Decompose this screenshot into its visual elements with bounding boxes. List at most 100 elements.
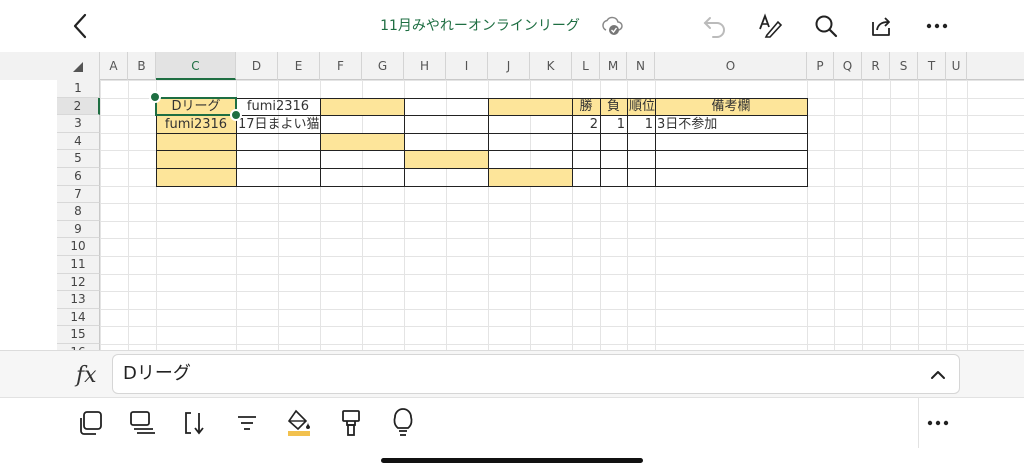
cell-border (627, 168, 656, 187)
gridline-h (100, 256, 1024, 257)
cell-border (236, 168, 321, 187)
pen-ink-icon[interactable] (754, 10, 786, 42)
gridline-h (100, 344, 1024, 345)
cell-border (156, 150, 237, 169)
column-header-q[interactable]: Q (834, 52, 862, 80)
cell-border (236, 132, 321, 152)
gridline-h (100, 291, 1024, 293)
column-header-m[interactable]: M (600, 52, 627, 80)
fill-color-icon[interactable] (284, 408, 314, 438)
bottom-more-container (918, 398, 1024, 448)
column-header-r[interactable]: R (862, 52, 890, 80)
home-indicator (381, 458, 643, 463)
cell-border (320, 150, 405, 169)
column-header-b[interactable]: B (128, 52, 156, 80)
cell-border (404, 168, 489, 187)
share-icon[interactable] (866, 10, 898, 42)
undo-icon[interactable] (699, 10, 731, 42)
cell-border (488, 132, 573, 152)
cell-border (627, 132, 656, 152)
cell-border (404, 132, 489, 152)
cloud-sync-icon[interactable] (600, 15, 624, 41)
back-icon[interactable] (64, 10, 96, 42)
cell-d3[interactable]: 17日まよい猫 (238, 116, 320, 133)
cell-d2[interactable]: fumi2316 (238, 98, 318, 115)
cell-border (488, 150, 573, 169)
column-header-o[interactable]: O (655, 52, 807, 80)
cell-border (320, 97, 405, 117)
column-header-j[interactable]: J (488, 52, 530, 80)
cell-n3[interactable]: 1 (629, 116, 653, 133)
column-header-n[interactable]: N (627, 52, 655, 80)
column-header-g[interactable]: G (362, 52, 404, 80)
column-header-u[interactable]: U (946, 52, 967, 80)
more-icon[interactable] (923, 408, 953, 438)
cell-border (572, 132, 601, 152)
lightbulb-icon[interactable] (388, 408, 418, 438)
cell-l3[interactable]: 2 (574, 116, 598, 133)
column-header-e[interactable]: E (278, 52, 320, 80)
cell-border (236, 150, 321, 169)
column-header-k[interactable]: K (530, 52, 572, 80)
format-painter-icon[interactable] (336, 408, 366, 438)
column-header-c[interactable]: C (156, 52, 236, 80)
column-header-a[interactable]: A (100, 52, 128, 80)
cell-area[interactable]: Dリーグ fumi2316 勝負順位 備考欄 fumi2316 17日まよい猫 2 1 1 3日不… (0, 80, 1024, 350)
cell-m2[interactable]: 負 (602, 98, 625, 115)
gridline-h (100, 308, 1024, 310)
cell-border (655, 168, 808, 187)
excel-app: 11月みやれーオンラインリーグ ABCDEFGHIJKLMNOPQRSTU 12… (0, 0, 1024, 474)
gridline-h (100, 273, 1024, 275)
paste-icon[interactable] (128, 408, 158, 438)
cell-m3[interactable]: 1 (602, 116, 625, 133)
cell-border (156, 132, 237, 152)
more-icon[interactable] (921, 10, 953, 42)
selection-handle-top-left[interactable] (149, 90, 161, 103)
cell-n2[interactable]: 順位 (629, 98, 655, 115)
gridline-h (100, 238, 1024, 240)
cell-o3[interactable]: 3日不参加 (657, 116, 805, 133)
bottom-toolbar (0, 397, 1024, 474)
cell-c3[interactable]: fumi2316 (158, 116, 234, 133)
column-header-i[interactable]: I (446, 52, 488, 80)
cell-border (320, 132, 405, 152)
gridline-h (100, 80, 1024, 81)
chevron-up-icon[interactable] (928, 365, 948, 385)
cell-o2[interactable]: 備考欄 (657, 98, 805, 115)
column-header-d[interactable]: D (236, 52, 278, 80)
gridline-h (100, 326, 1024, 328)
column-header-s[interactable]: S (890, 52, 918, 80)
cell-border (320, 168, 405, 187)
cell-border (488, 168, 573, 187)
sort-icon[interactable] (180, 408, 210, 438)
gridline-h (100, 220, 1024, 222)
filter-icon[interactable] (232, 408, 262, 438)
cell-border (655, 132, 808, 152)
column-header-row: ABCDEFGHIJKLMNOPQRSTU (0, 52, 1024, 80)
cell-border (404, 115, 489, 134)
spreadsheet-grid[interactable]: ABCDEFGHIJKLMNOPQRSTU 1 2 3 4 5 6 7 8 9 10 11 12 13 1… (0, 52, 1024, 350)
cell-border (488, 115, 573, 134)
column-header-l[interactable]: L (572, 52, 600, 80)
cell-border (488, 97, 573, 117)
formula-bar: fx Dリーグ (0, 350, 1024, 397)
document-title[interactable]: 11月みやれーオンラインリーグ (350, 15, 610, 35)
cell-l2[interactable]: 勝 (574, 98, 598, 115)
formula-input[interactable]: Dリーグ (112, 354, 960, 394)
cell-border (600, 150, 628, 169)
select-all-corner[interactable] (0, 52, 100, 80)
search-icon[interactable] (810, 10, 842, 42)
column-header-f[interactable]: F (320, 52, 362, 80)
column-header-p[interactable]: P (807, 52, 834, 80)
gridline-h (100, 203, 1024, 205)
column-header-h[interactable]: H (404, 52, 446, 80)
cell-border (600, 132, 628, 152)
cell-border (627, 150, 656, 169)
top-toolbar: 11月みやれーオンラインリーグ (0, 0, 1024, 52)
column-header-t[interactable]: T (918, 52, 946, 80)
cell-border (600, 168, 628, 187)
selection-box (155, 96, 237, 117)
cell-border (404, 150, 489, 169)
copy-icon[interactable] (76, 408, 106, 438)
fx-icon[interactable]: fx (76, 363, 97, 388)
